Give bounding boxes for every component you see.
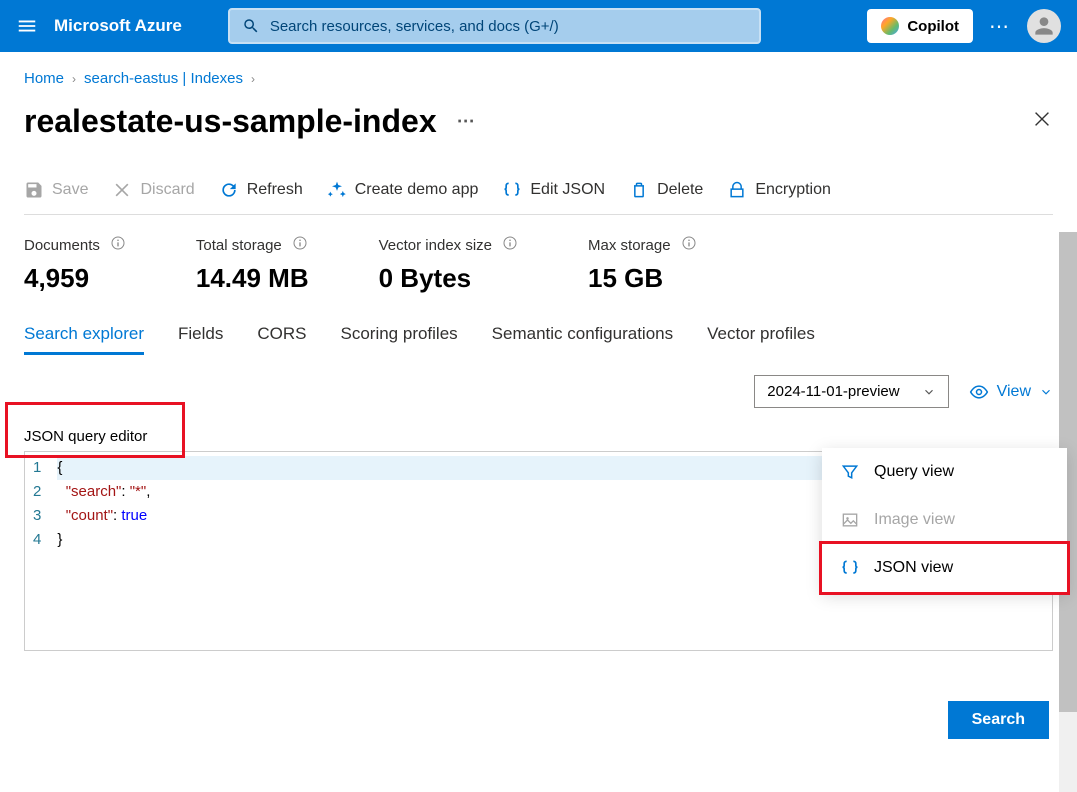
breadcrumb: Home › search-eastus | Indexes › [24, 70, 1053, 87]
tab-vector[interactable]: Vector profiles [707, 324, 815, 355]
create-demo-app-button[interactable]: Create demo app [327, 180, 479, 200]
search-icon [242, 17, 260, 35]
chevron-down-icon [1039, 385, 1053, 399]
vector-index-label: Vector index size [379, 237, 492, 254]
tab-fields[interactable]: Fields [178, 324, 223, 355]
info-icon[interactable] [292, 235, 308, 255]
save-button[interactable]: Save [24, 180, 88, 200]
refresh-button[interactable]: Refresh [219, 180, 303, 200]
breadcrumb-indexes[interactable]: search-eastus | Indexes [84, 70, 243, 87]
wand-icon [327, 180, 347, 200]
filter-icon [840, 462, 860, 482]
breadcrumb-home[interactable]: Home [24, 70, 64, 87]
header-more-menu[interactable]: ⋯ [989, 14, 1011, 39]
search-button[interactable]: Search [948, 701, 1049, 739]
person-icon [1031, 13, 1057, 39]
user-avatar[interactable] [1027, 9, 1061, 43]
view-dropdown-button[interactable]: View [969, 382, 1053, 402]
copilot-label: Copilot [907, 18, 959, 35]
global-search-input[interactable] [270, 18, 747, 35]
info-icon[interactable] [502, 235, 518, 255]
json-icon [840, 558, 860, 578]
documents-value: 4,959 [24, 263, 126, 294]
refresh-icon [219, 180, 239, 200]
edit-json-button[interactable]: Edit JSON [502, 180, 605, 200]
brand-name: Microsoft Azure [54, 16, 182, 36]
copilot-button[interactable]: Copilot [867, 9, 973, 43]
editor-gutter: 1234 [25, 452, 49, 650]
chevron-down-icon [922, 385, 936, 399]
editor-label: JSON query editor [24, 428, 1053, 445]
info-icon[interactable] [681, 235, 697, 255]
page-title: realestate-us-sample-index [24, 103, 437, 140]
json-icon [502, 180, 522, 200]
view-dropdown-menu: Query view Image view JSON view [822, 448, 1067, 592]
image-view-option: Image view [822, 496, 1067, 544]
max-storage-label: Max storage [588, 237, 671, 254]
tab-semantic[interactable]: Semantic configurations [492, 324, 673, 355]
delete-button[interactable]: Delete [629, 180, 703, 200]
max-storage-value: 15 GB [588, 263, 697, 294]
chevron-right-icon: › [72, 72, 76, 86]
tab-cors[interactable]: CORS [257, 324, 306, 355]
encryption-button[interactable]: Encryption [727, 180, 831, 200]
discard-button[interactable]: Discard [112, 180, 194, 200]
vector-index-value: 0 Bytes [379, 263, 518, 294]
global-search[interactable] [228, 8, 761, 44]
close-button[interactable] [1031, 108, 1053, 135]
copilot-icon [881, 17, 899, 35]
hamburger-menu[interactable] [16, 15, 38, 37]
info-icon[interactable] [110, 235, 126, 255]
title-more-menu[interactable]: ⋯ [457, 111, 477, 132]
discard-icon [112, 180, 132, 200]
save-icon [24, 180, 44, 200]
json-view-option[interactable]: JSON view [819, 541, 1070, 595]
total-storage-value: 14.49 MB [196, 263, 309, 294]
documents-label: Documents [24, 237, 100, 254]
image-icon [840, 510, 860, 530]
trash-icon [629, 180, 649, 200]
lock-icon [727, 180, 747, 200]
eye-icon [969, 382, 989, 402]
query-view-option[interactable]: Query view [822, 448, 1067, 496]
total-storage-label: Total storage [196, 237, 282, 254]
tab-scoring[interactable]: Scoring profiles [341, 324, 458, 355]
chevron-right-icon: › [251, 72, 255, 86]
tab-search-explorer[interactable]: Search explorer [24, 324, 144, 355]
api-version-select[interactable]: 2024-11-01-preview [754, 375, 948, 408]
close-icon [1031, 108, 1053, 130]
